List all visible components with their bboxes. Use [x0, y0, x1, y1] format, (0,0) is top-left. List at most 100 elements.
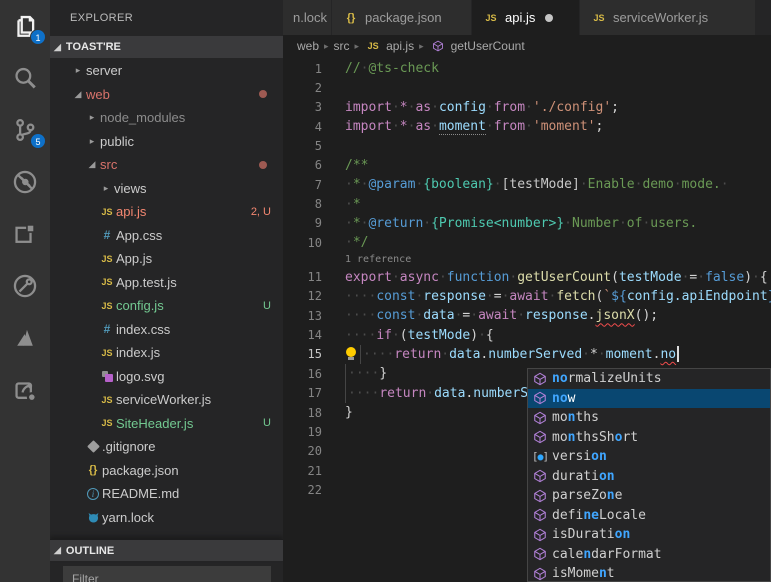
- tree-item-logo.svg[interactable]: logo.svg: [50, 365, 283, 389]
- suggest-item-version[interactable]: [●]version: [528, 447, 770, 467]
- breadcrumb-item-src[interactable]: src: [334, 39, 350, 53]
- tree-item-label: web: [86, 87, 110, 102]
- tree-item-.gitignore[interactable]: .gitignore: [50, 435, 283, 459]
- tree-item-views[interactable]: ▸views: [50, 177, 283, 201]
- chevron-expanded-icon: ◢: [84, 159, 100, 170]
- suggest-item-isDuration[interactable]: isDuration: [528, 525, 770, 545]
- suggest-item-months[interactable]: months: [528, 408, 770, 428]
- breadcrumb-item-web[interactable]: web: [297, 39, 319, 53]
- tree-item-public[interactable]: ▸public: [50, 130, 283, 154]
- suggest-item-now[interactable]: now: [528, 389, 770, 409]
- suggest-item-label: isMoment: [552, 566, 615, 581]
- lightbulb-icon[interactable]: [345, 347, 357, 361]
- tree-item-serviceWorker.js[interactable]: JSserviceWorker.js: [50, 388, 283, 412]
- tree-item-server[interactable]: ▸server: [50, 59, 283, 83]
- code-line-6[interactable]: 6/**: [283, 156, 771, 175]
- modified-dot: [259, 161, 267, 169]
- suggest-item-normalizeUnits[interactable]: normalizeUnits: [528, 369, 770, 389]
- suggest-item-calendarFormat[interactable]: calendarFormat: [528, 545, 770, 565]
- code-line-11[interactable]: 11export·async·function·getUserCount(tes…: [283, 267, 771, 286]
- js-file-icon: JS: [482, 13, 500, 23]
- suggest-item-duration[interactable]: duration: [528, 467, 770, 487]
- line-number: 8: [283, 197, 322, 211]
- chevron-collapsed-icon: ▸: [70, 65, 86, 76]
- outline-filter: [63, 566, 271, 582]
- tree-item-index.css[interactable]: #index.css: [50, 318, 283, 342]
- code-line-13[interactable]: 13····const·data·=·await·response.jsonX(…: [283, 306, 771, 325]
- json-file-icon: {}: [84, 464, 102, 476]
- js-file-icon: JS: [98, 418, 116, 428]
- breadcrumb-separator-icon: ▸: [419, 41, 424, 52]
- tree-item-yarn.lock[interactable]: yarn.lock: [50, 506, 283, 530]
- tree-item-README.md[interactable]: iREADME.md: [50, 482, 283, 506]
- modified-dot-icon[interactable]: [545, 14, 553, 22]
- tab-package.json[interactable]: {}package.json: [332, 0, 472, 35]
- tree-item-node_modules[interactable]: ▸node_modules: [50, 106, 283, 130]
- suggest-item-parseZone[interactable]: parseZone: [528, 486, 770, 506]
- outline-section-header[interactable]: ◢ OUTLINE: [50, 539, 283, 561]
- tree-item-web[interactable]: ◢web: [50, 83, 283, 107]
- tree-item-App.test.js[interactable]: JSApp.test.js: [50, 271, 283, 295]
- project-section-header[interactable]: ◢ TOAST'RE: [50, 36, 283, 58]
- code-line-7[interactable]: 7·*·@param·{boolean}·[testMode]·Enable·d…: [283, 175, 771, 194]
- modified-dot: [259, 90, 267, 98]
- activity-git-history-button[interactable]: [0, 260, 50, 312]
- tab-n.lock[interactable]: n.lock: [283, 0, 332, 35]
- activity-source-control-button[interactable]: 5: [0, 104, 50, 156]
- explorer-sidebar: EXPLORER ◢ TOAST'RE ▸server◢web▸node_mod…: [50, 0, 283, 582]
- tree-item-label: index.js: [116, 345, 160, 360]
- method-symbol-icon: [532, 371, 548, 387]
- tree-item-App.css[interactable]: #App.css: [50, 224, 283, 248]
- activity-explorer-button[interactable]: 1: [0, 0, 50, 52]
- chevron-collapsed-icon: ▸: [84, 112, 100, 123]
- tab-serviceWorker.js[interactable]: JSserviceWorker.js: [580, 0, 756, 35]
- tree-item-label: views: [114, 181, 147, 196]
- tree-item-label: App.test.js: [116, 275, 177, 290]
- activity-azure-button[interactable]: [0, 312, 50, 364]
- suggest-item-defineLocale[interactable]: defineLocale: [528, 506, 770, 526]
- code-line-3[interactable]: 3import·*·as·config·from·'./config';: [283, 98, 771, 117]
- line-number: 18: [283, 406, 322, 420]
- code-line-1[interactable]: 1//·@ts-check: [283, 59, 771, 78]
- tab-api.js[interactable]: JSapi.js: [472, 0, 580, 35]
- tree-item-index.js[interactable]: JSindex.js: [50, 341, 283, 365]
- line-number: 19: [283, 425, 322, 439]
- activity-debug-button[interactable]: [0, 156, 50, 208]
- breadcrumb-label: api.js: [386, 39, 414, 53]
- code-line-14[interactable]: 14····if·(testMode)·{: [283, 325, 771, 344]
- line-number: 17: [283, 386, 322, 400]
- tree-item-App.js[interactable]: JSApp.js: [50, 247, 283, 271]
- line-number: 20: [283, 444, 322, 458]
- code-line-15[interactable]: 15····return·data.numberServed·*·moment.…: [283, 345, 771, 364]
- activity-search-button[interactable]: [0, 52, 50, 104]
- tree-item-src[interactable]: ◢src: [50, 153, 283, 177]
- code-line-12[interactable]: 12····const·response·=·await·fetch(`${co…: [283, 287, 771, 306]
- suggest-item-isMoment[interactable]: isMoment: [528, 564, 770, 582]
- tree-item-label: yarn.lock: [102, 510, 154, 525]
- outline-filter-input[interactable]: [63, 566, 271, 582]
- code-line-5[interactable]: 5: [283, 136, 771, 155]
- tab-bar: n.lock{}package.jsonJSapi.jsJSserviceWor…: [283, 0, 771, 35]
- suggest-item-label: now: [552, 391, 575, 406]
- js-file-icon: JS: [98, 301, 116, 311]
- tree-item-package.json[interactable]: {}package.json: [50, 459, 283, 483]
- code-line-10[interactable]: 10·*/: [283, 233, 771, 252]
- code-line-2[interactable]: 2: [283, 78, 771, 97]
- tree-item-SiteHeader.js[interactable]: JSSiteHeader.jsU: [50, 412, 283, 436]
- breadcrumb-item-api.js[interactable]: JSapi.js: [364, 39, 414, 53]
- suggest-item-monthsShort[interactable]: monthsShort: [528, 428, 770, 448]
- activity-share-button[interactable]: [0, 364, 50, 416]
- code-line-9[interactable]: 9·*·@return·{Promise<number>}·Number·of·…: [283, 214, 771, 233]
- js-file-icon: JS: [98, 277, 116, 287]
- js-file-icon: JS: [590, 13, 608, 23]
- tree-item-api.js[interactable]: JSapi.js2, U: [50, 200, 283, 224]
- breadcrumb-item-getUserCount[interactable]: getUserCount: [429, 39, 525, 53]
- codelens-references[interactable]: 1 reference: [283, 252, 771, 267]
- code-line-8[interactable]: 8·*: [283, 194, 771, 213]
- source-control-icon: 5: [11, 116, 39, 144]
- share-icon: [11, 376, 39, 404]
- code-line-4[interactable]: 4import·*·as·moment·from·'moment';: [283, 117, 771, 136]
- tree-item-config.js[interactable]: JSconfig.jsU: [50, 294, 283, 318]
- activity-extensions-button[interactable]: [0, 208, 50, 260]
- source-control-badge: 5: [30, 133, 46, 149]
